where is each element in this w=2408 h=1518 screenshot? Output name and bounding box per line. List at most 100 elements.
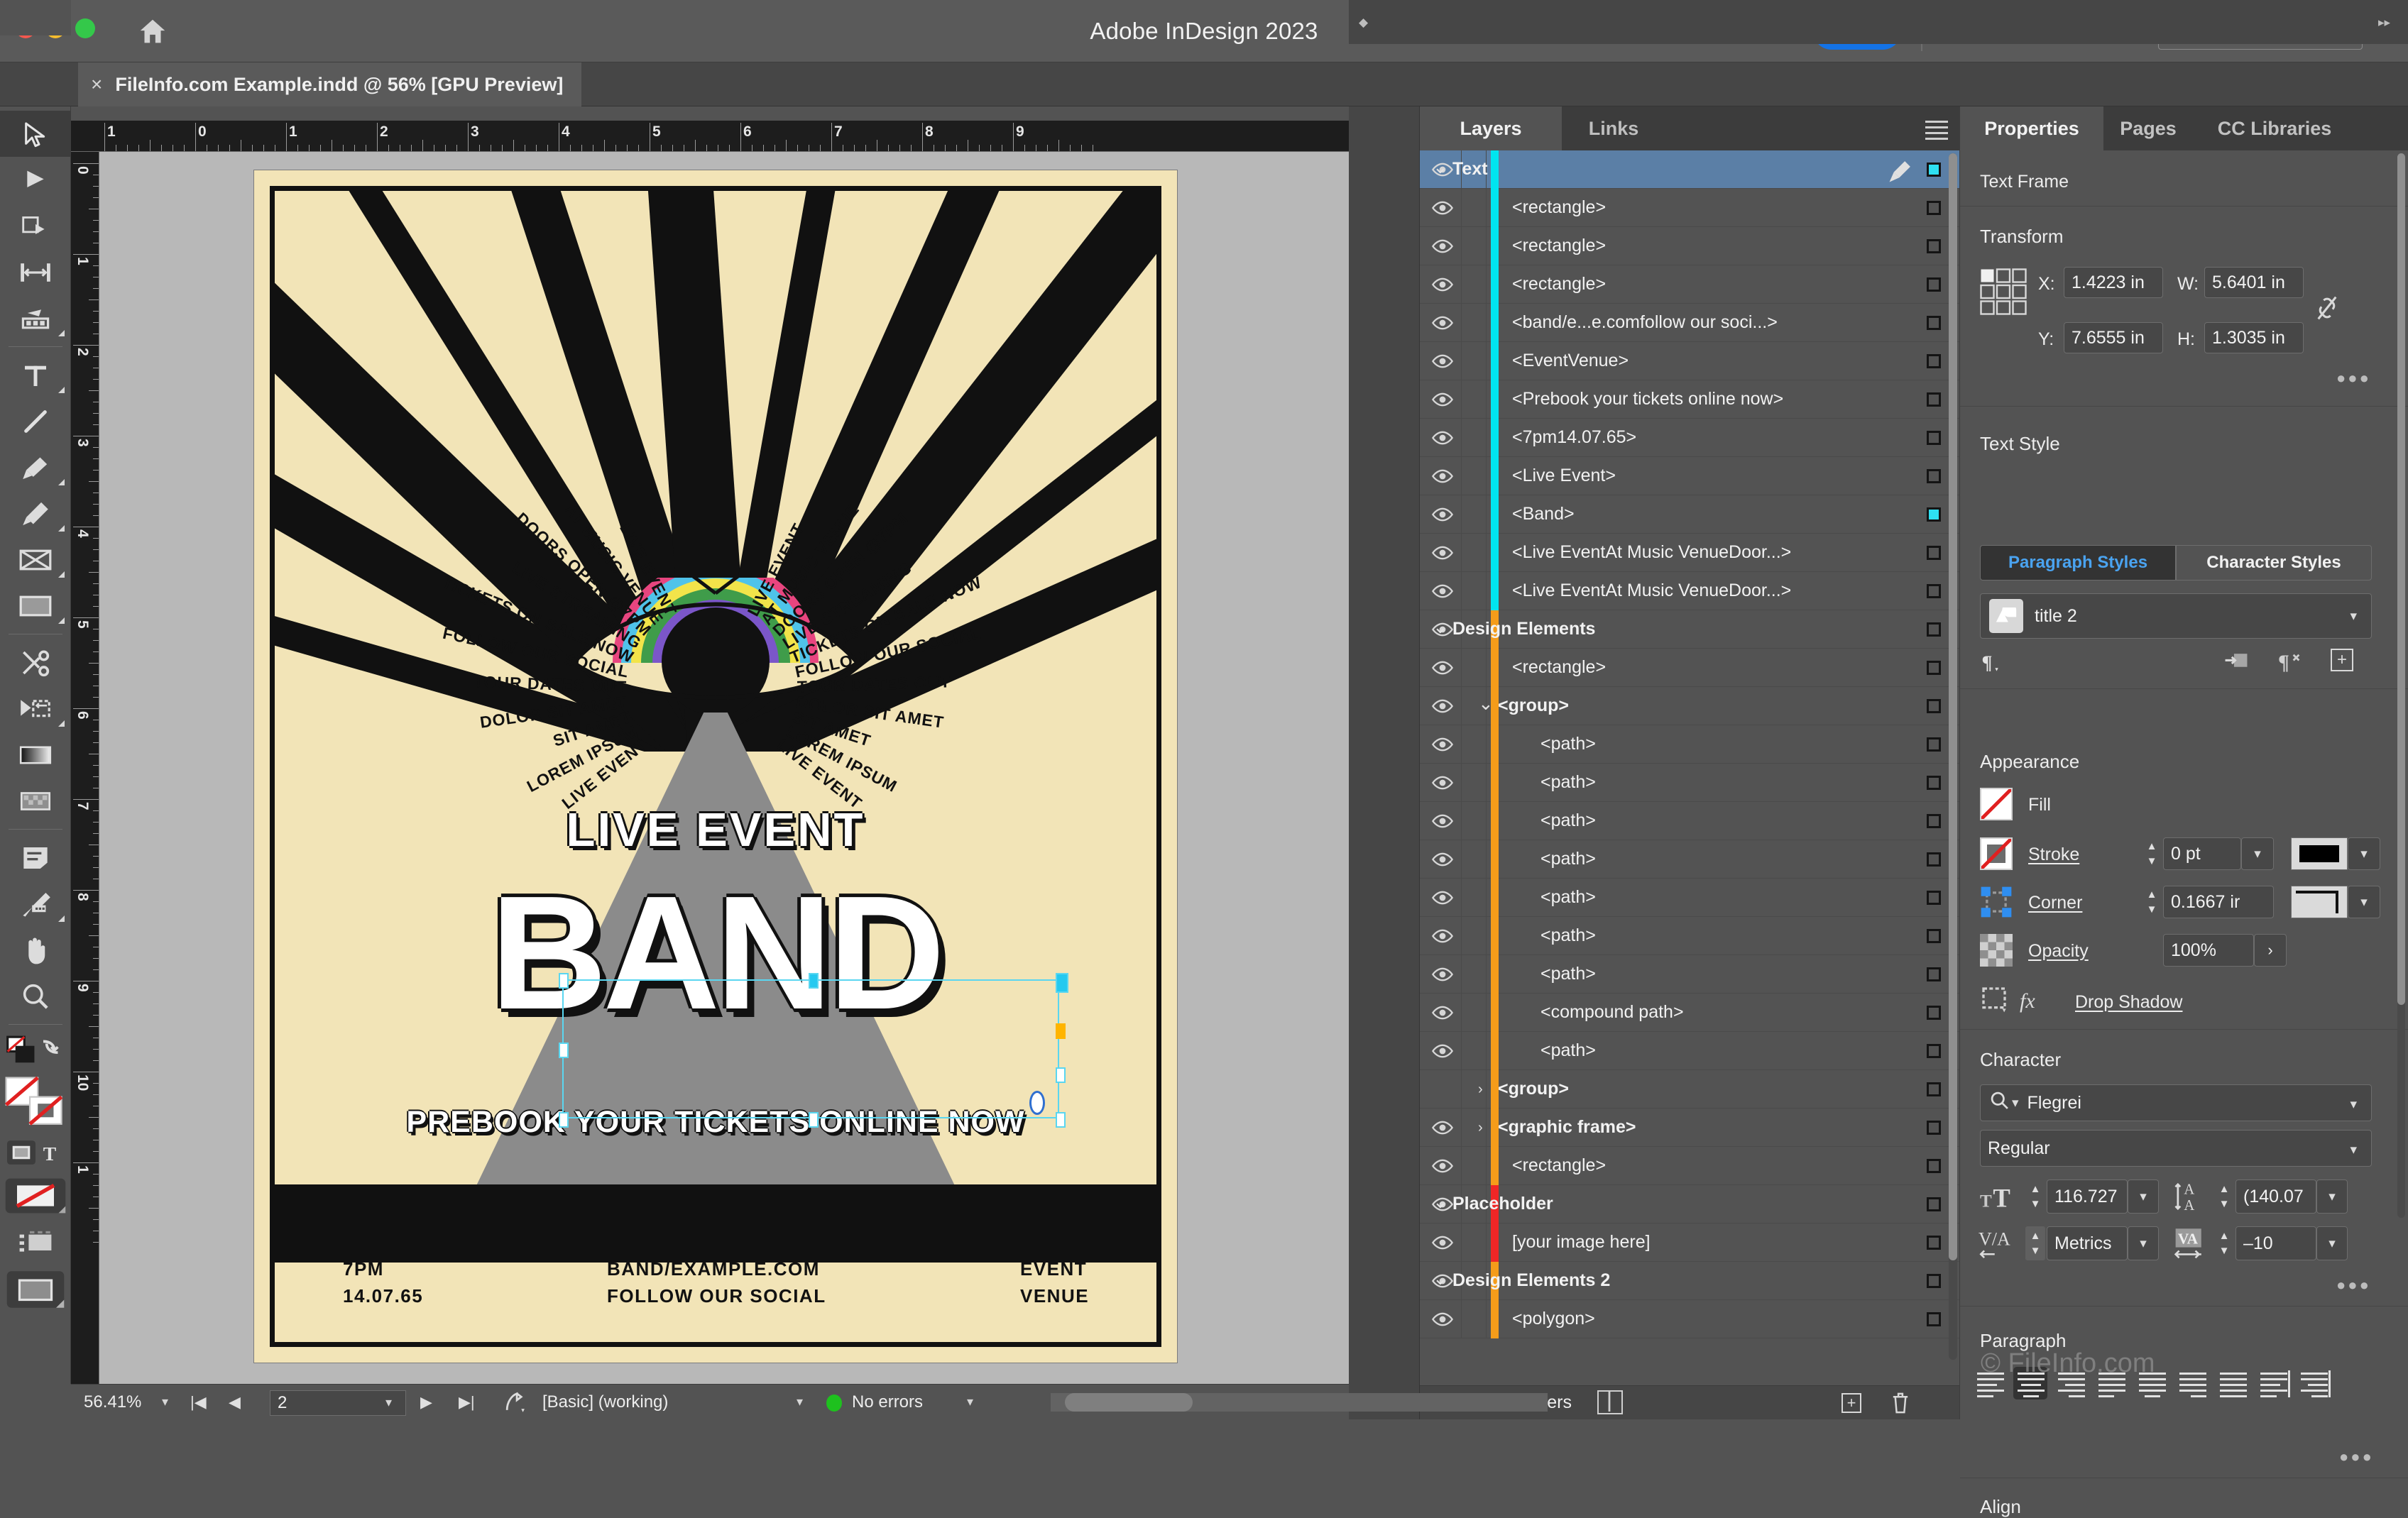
layer-object-row[interactable]: [your image here] [1420, 1223, 1959, 1262]
lock-toggle[interactable] [1461, 380, 1487, 419]
chevron-down-icon[interactable]: ▾ [385, 1395, 392, 1410]
fill-swatch[interactable] [1980, 788, 2013, 820]
layer-object-row[interactable]: <rectangle> [1420, 189, 1959, 227]
layer-target-toggle[interactable] [1927, 201, 1941, 215]
trash-icon[interactable] [1890, 1392, 1911, 1418]
eye-icon[interactable] [1427, 429, 1458, 447]
next-page-icon[interactable]: ▶ [420, 1393, 432, 1412]
layer-row[interactable]: ⌄ Text [1420, 150, 1959, 189]
layer-target-toggle[interactable] [1927, 737, 1941, 752]
gradient-swatch-tool[interactable] [0, 732, 71, 778]
layer-target-toggle[interactable] [1927, 1274, 1941, 1288]
layer-object-row[interactable]: <path> [1420, 764, 1959, 802]
eye-icon[interactable] [1427, 774, 1458, 792]
leading-dropdown[interactable]: ▾ [2316, 1179, 2348, 1214]
eye-icon[interactable] [1427, 275, 1458, 294]
lock-toggle[interactable] [1461, 342, 1487, 380]
lock-toggle[interactable] [1461, 879, 1487, 917]
paragraph-styles-toggle[interactable]: Paragraph Styles [1980, 545, 2176, 581]
chevron-down-icon[interactable]: ⌄ [1433, 616, 1448, 638]
tracking-dropdown[interactable]: ▾ [2316, 1226, 2348, 1260]
layer-object-row[interactable]: <rectangle> [1420, 649, 1959, 687]
leading-input[interactable]: (140.07 [2235, 1179, 2316, 1214]
eye-icon[interactable] [1427, 582, 1458, 600]
lock-toggle[interactable] [1461, 725, 1487, 764]
stroke-color-swatch[interactable] [2291, 837, 2348, 870]
properties-scrollbar[interactable] [2397, 153, 2405, 1218]
kerning-dropdown[interactable]: ▾ [2128, 1226, 2159, 1260]
tab-links[interactable]: Links [1562, 106, 1665, 150]
layer-target-toggle[interactable] [1927, 163, 1941, 177]
clear-overrides-icon[interactable]: ¶ [2278, 650, 2302, 676]
layer-object-row[interactable]: <Live EventAt Music VenueDoor...> [1420, 534, 1959, 572]
tab-cc-libraries[interactable]: CC Libraries [2193, 106, 2356, 150]
layer-target-toggle[interactable] [1927, 814, 1941, 828]
eye-icon[interactable] [1427, 927, 1458, 945]
layer-row[interactable]: ⌄ Design Elements 2 [1420, 1262, 1959, 1300]
horizontal-scrollbar-thumb[interactable] [1065, 1393, 1193, 1412]
layer-object-row[interactable]: <path> [1420, 802, 1959, 840]
selection-tool[interactable] [0, 111, 71, 157]
drop-shadow-button[interactable]: Drop Shadow [2075, 992, 2182, 1013]
stroke-weight-input[interactable]: 0 pt [2163, 837, 2241, 870]
h-input[interactable]: 1.3035 in [2204, 322, 2304, 353]
layer-target-toggle[interactable] [1927, 239, 1941, 253]
chevron-down-icon[interactable]: ▾ [2350, 608, 2357, 625]
corner-options-icon[interactable] [1980, 886, 2013, 922]
gap-tool[interactable] [0, 249, 71, 295]
stroke-swatch[interactable] [1980, 837, 2013, 870]
eye-icon[interactable] [1427, 467, 1458, 485]
line-tool[interactable] [0, 398, 71, 444]
lock-toggle[interactable] [1461, 572, 1487, 610]
broken-link-icon[interactable] [2315, 294, 2339, 326]
layer-object-row[interactable]: <7pm14.07.65> [1420, 419, 1959, 457]
x-input[interactable]: 1.4223 in [2064, 267, 2163, 298]
apply-none-button[interactable] [0, 1173, 71, 1219]
layer-target-toggle[interactable] [1927, 1006, 1941, 1020]
rectangle-tool[interactable] [0, 583, 71, 629]
layer-target-toggle[interactable] [1927, 354, 1941, 368]
new-style-icon[interactable]: + [2331, 649, 2353, 671]
layer-target-toggle[interactable] [1927, 316, 1941, 330]
panel-collapse-left-icon[interactable]: ◆ [1359, 16, 1368, 30]
hamburger-menu-icon[interactable] [1925, 121, 1948, 143]
leading-stepper[interactable]: ▲ ▼ [2214, 1179, 2234, 1214]
layer-target-toggle[interactable] [1927, 507, 1941, 522]
lock-toggle[interactable] [1461, 1032, 1487, 1070]
chevron-right-icon[interactable]: › [1478, 1120, 1483, 1136]
tracking-stepper[interactable]: ▲ ▼ [2214, 1226, 2234, 1260]
layer-target-toggle[interactable] [1927, 852, 1941, 867]
prev-page-icon[interactable]: ◀ [229, 1393, 241, 1412]
layer-target-toggle[interactable] [1927, 392, 1941, 407]
layer-target-toggle[interactable] [1927, 1159, 1941, 1173]
document-canvas[interactable]: LIVE EVENT BAND PREBOOK YOUR TICKETS ONL… [99, 152, 1349, 1384]
layer-object-row[interactable]: › <graphic frame> [1420, 1109, 1959, 1147]
lock-toggle[interactable] [1461, 265, 1487, 304]
tab-properties[interactable]: Properties [1960, 106, 2103, 150]
gradient-feather-tool[interactable] [0, 778, 71, 824]
free-transform-tool[interactable] [0, 686, 71, 732]
page-tool[interactable] [0, 203, 71, 249]
layer-target-toggle[interactable] [1927, 891, 1941, 905]
swap-fill-stroke-tool[interactable] [0, 1030, 71, 1071]
paragraph-justify-all-button[interactable] [2218, 1370, 2248, 1397]
layers-list[interactable]: ⌄ Text <rectangle> <rectangle> <rectangle> <b… [1420, 150, 1959, 1385]
opacity-options-button[interactable]: › [2254, 934, 2287, 967]
layer-object-row[interactable]: › <group> [1420, 1070, 1959, 1109]
layer-object-row[interactable]: <path> [1420, 917, 1959, 955]
layer-target-toggle[interactable] [1927, 929, 1941, 943]
first-page-icon[interactable]: |◀ [190, 1393, 207, 1412]
layer-target-toggle[interactable] [1927, 776, 1941, 790]
effects-target-icon[interactable] [1980, 985, 2008, 1017]
new-layer-icon[interactable]: + [1841, 1393, 1861, 1413]
view-mode-normal-tool[interactable] [0, 1219, 71, 1265]
pilcrow-icon[interactable]: ¶ [1981, 651, 2003, 678]
chevron-down-icon[interactable]: ▾ [2350, 1142, 2357, 1158]
layer-object-row[interactable]: <Band> [1420, 495, 1959, 534]
font-family-select[interactable]: ▾ Flegrei ▾ [1980, 1084, 2372, 1121]
scissors-tool[interactable] [0, 639, 71, 686]
layer-target-toggle[interactable] [1927, 1082, 1941, 1096]
chevron-right-icon[interactable]: › [1478, 1082, 1483, 1098]
layer-target-toggle[interactable] [1927, 546, 1941, 560]
character-more-options-icon[interactable]: ●●● [2336, 1276, 2371, 1294]
